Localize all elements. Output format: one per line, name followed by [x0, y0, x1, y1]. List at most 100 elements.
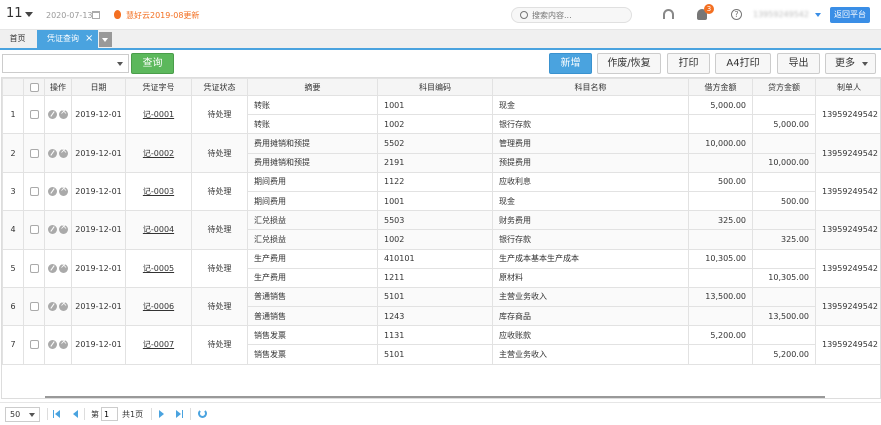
row-checkbox-cell[interactable]: [23, 248, 45, 288]
voucher-number-link[interactable]: 记-0003: [143, 187, 174, 196]
table-row[interactable]: 62019-12-01记-0006待处理普通销售5101主营业务收入13,500…: [2, 286, 880, 327]
delete-icon[interactable]: [59, 222, 68, 235]
row-checkbox-cell[interactable]: [23, 94, 45, 135]
refresh-icon[interactable]: [198, 409, 207, 418]
print-button[interactable]: 打印: [667, 53, 710, 74]
row-checkbox[interactable]: [29, 148, 39, 158]
row-checkbox[interactable]: [29, 225, 39, 235]
chevron-down-icon[interactable]: [815, 13, 821, 17]
edit-icon[interactable]: [48, 110, 57, 120]
row-checkbox-cell[interactable]: [23, 171, 45, 212]
voucher-number-link[interactable]: 记-0002: [143, 149, 174, 158]
voucher-number-cell[interactable]: 记-0004: [125, 210, 192, 250]
line-credit: 5,000.00: [752, 114, 816, 135]
table-row[interactable]: 72019-12-01记-0007待处理销售发票1131应收账款5,200.00…: [2, 325, 880, 365]
page-number-input[interactable]: [101, 407, 118, 421]
edit-icon[interactable]: [48, 186, 57, 196]
delete-icon[interactable]: [59, 107, 68, 120]
tab-voucher-query[interactable]: 凭证查询 ×: [37, 30, 98, 48]
table-row[interactable]: 12019-12-01记-0001待处理转账1001现金5,000.001395…: [2, 94, 880, 135]
col-header-date[interactable]: 日期: [71, 78, 126, 96]
delete-icon[interactable]: [59, 299, 68, 312]
col-header-debit[interactable]: 借方金额: [688, 78, 753, 96]
prev-page-icon[interactable]: [73, 410, 78, 418]
row-checkbox[interactable]: [29, 340, 39, 350]
void-restore-button[interactable]: 作废/恢复: [597, 53, 661, 74]
col-header-voucher[interactable]: 凭证字号: [125, 78, 192, 96]
row-checkbox-cell[interactable]: [23, 325, 45, 365]
delete-icon[interactable]: [59, 146, 68, 158]
voucher-number-cell[interactable]: 记-0007: [125, 325, 192, 365]
voucher-number-link[interactable]: 记-0006: [143, 302, 174, 311]
voucher-number-cell[interactable]: 记-0006: [125, 286, 192, 327]
row-checkbox[interactable]: [29, 186, 39, 196]
search-box[interactable]: [511, 7, 632, 23]
voucher-number-link[interactable]: 记-0007: [143, 340, 174, 349]
col-header-summary[interactable]: 摘要: [247, 78, 378, 96]
next-page-icon[interactable]: [159, 410, 164, 418]
return-platform-button[interactable]: 返回平台: [830, 7, 870, 23]
line-credit: 500.00: [752, 190, 816, 212]
more-button[interactable]: 更多: [825, 53, 876, 74]
a4-print-button[interactable]: A4打印: [715, 53, 771, 74]
delete-icon[interactable]: [59, 184, 68, 196]
col-header-status[interactable]: 凭证状态: [191, 78, 248, 96]
help-icon[interactable]: ?: [731, 9, 742, 20]
row-checkbox-cell[interactable]: [23, 210, 45, 250]
table-row[interactable]: 42019-12-01记-0004待处理汇兑损益5503财务费用325.0013…: [2, 210, 880, 250]
voucher-number-cell[interactable]: 记-0002: [125, 133, 192, 173]
chevron-down-icon[interactable]: [25, 12, 33, 17]
col-header-checkbox[interactable]: [23, 78, 45, 96]
export-button[interactable]: 导出: [777, 53, 820, 74]
calendar-icon[interactable]: [92, 11, 100, 19]
period-selector[interactable]: 11: [6, 6, 23, 21]
row-checkbox-cell[interactable]: [23, 286, 45, 327]
first-page-icon[interactable]: [53, 410, 60, 418]
table-row[interactable]: 5 2019-12-01 记-0005 待处理生产费用410101生产成本基本生产成本…: [2, 248, 880, 288]
voucher-number-cell[interactable]: 记-0003: [125, 171, 192, 212]
row-checkbox[interactable]: [29, 110, 39, 120]
voucher-maker: 13959249542: [815, 94, 880, 135]
page-size-select[interactable]: 50: [5, 407, 40, 422]
close-icon[interactable]: ×: [85, 30, 93, 48]
edit-icon[interactable]: [48, 263, 57, 273]
search-input[interactable]: [532, 9, 628, 21]
headset-icon[interactable]: [663, 9, 674, 19]
row-checkbox-cell[interactable]: [23, 133, 45, 173]
line-account-code: 5101: [377, 286, 493, 308]
username[interactable]: 13959249542: [753, 10, 809, 19]
edit-icon[interactable]: [48, 340, 57, 350]
col-header-account-name[interactable]: 科目名称: [492, 78, 689, 96]
edit-icon[interactable]: [48, 302, 57, 312]
edit-icon[interactable]: [48, 148, 57, 158]
col-header-credit[interactable]: 贷方金额: [752, 78, 816, 96]
query-button[interactable]: 查询: [131, 53, 174, 74]
row-checkbox[interactable]: [29, 263, 39, 273]
table-row[interactable]: 22019-12-01记-0002待处理费用摊销和预提5502管理费用10,00…: [2, 133, 880, 173]
delete-icon[interactable]: [59, 261, 68, 273]
delete-icon[interactable]: [59, 337, 68, 350]
tab-home[interactable]: 首页: [0, 30, 35, 48]
line-account-code: 5502: [377, 133, 493, 154]
edit-icon[interactable]: [48, 225, 57, 235]
voucher-status: 待处理: [191, 94, 248, 135]
voucher-number-link[interactable]: 记-0001: [143, 110, 174, 119]
update-notice-link[interactable]: 慧好云2019-08更新: [126, 10, 199, 21]
voucher-number-link[interactable]: 记-0005: [143, 264, 174, 273]
add-button[interactable]: 新增: [549, 53, 592, 74]
row-checkbox[interactable]: [29, 302, 39, 312]
voucher-number-cell[interactable]: 记-0005: [125, 248, 192, 288]
table-row[interactable]: 32019-12-01记-0003待处理期间费用1122应收利息500.0013…: [2, 171, 880, 212]
voucher-number-link[interactable]: 记-0004: [143, 225, 174, 234]
line-debit: [688, 344, 753, 365]
voucher-table: 操作 日期 凭证字号 凭证状态 摘要 科目编码 科目名称 借方金额 贷方金额 制…: [1, 77, 881, 399]
col-header-maker[interactable]: 制单人: [815, 78, 880, 96]
last-page-icon[interactable]: [176, 410, 183, 418]
tab-menu-button[interactable]: [99, 32, 112, 47]
voucher-number-cell[interactable]: 记-0001: [125, 94, 192, 135]
select-all-checkbox[interactable]: [29, 82, 39, 92]
col-header-account-code[interactable]: 科目编码: [377, 78, 493, 96]
horizontal-scrollbar[interactable]: [45, 396, 825, 398]
search-icon[interactable]: [520, 11, 528, 19]
query-condition-select[interactable]: [2, 54, 129, 73]
